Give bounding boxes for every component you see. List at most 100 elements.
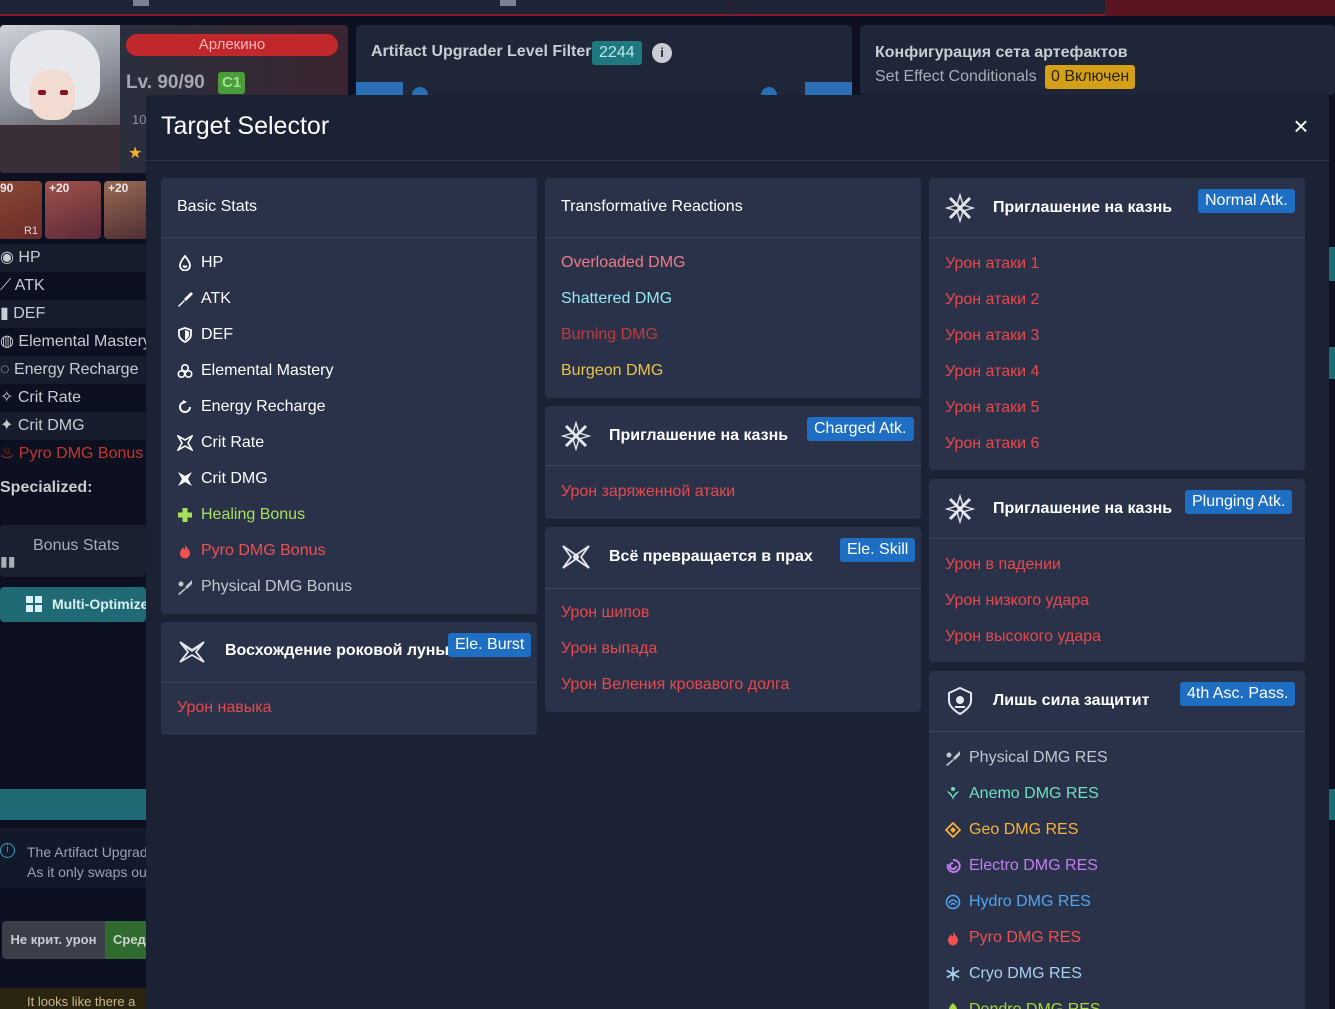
target-electro-res[interactable]: Electro DMG RES <box>945 857 1098 875</box>
target-normal-2[interactable]: Урон атаки 2 <box>945 291 1039 309</box>
transformative-reactions-card: Transformative Reactions Overloaded DMG … <box>545 178 921 398</box>
pyro-icon <box>948 931 958 946</box>
er-icon <box>179 400 191 413</box>
set-config-title: Конфигурация сета артефактов <box>875 44 1128 61</box>
right-edge-tab[interactable] <box>1328 789 1335 820</box>
target-normal-6[interactable]: Урон атаки 6 <box>945 435 1039 453</box>
target-plunge-dmg[interactable]: Урон в падении <box>945 556 1061 574</box>
target-high-plunge-dmg[interactable]: Урон высокого удара <box>945 628 1101 646</box>
character-level: Lv. 90/90 <box>126 72 205 93</box>
set-enabled-badge: 0 Включен <box>1045 65 1136 89</box>
info-icon: i <box>0 843 15 858</box>
stat-row: ◌ Energy Recharge <box>0 356 146 384</box>
info-alert: i The Artifact Upgrader As it only swaps… <box>0 828 146 888</box>
target-blood-debt-dmg[interactable]: Урон Веления кровавого долга <box>561 676 789 694</box>
card-header: Basic Stats <box>161 178 537 238</box>
level-range-slider[interactable] <box>356 82 852 103</box>
target-skill-dmg[interactable]: Урон навыка <box>177 699 272 717</box>
info-icon[interactable]: i <box>652 43 672 63</box>
optimize-bar[interactable] <box>0 789 146 820</box>
target-normal-5[interactable]: Урон атаки 5 <box>945 399 1039 417</box>
right-edge-tab[interactable] <box>1328 347 1335 379</box>
talent-name: Приглашение на казнь <box>993 500 1173 517</box>
target-anemo-res[interactable]: Anemo DMG RES <box>945 785 1099 803</box>
target-elemental-mastery[interactable]: Elemental Mastery <box>177 362 334 380</box>
modal-title: Target Selector <box>161 112 330 140</box>
skill-icon <box>562 545 590 569</box>
target-normal-1[interactable]: Урон атаки 1 <box>945 255 1039 273</box>
talent-type-badge: Charged Atk. <box>807 417 914 441</box>
target-normal-4[interactable]: Урон атаки 4 <box>945 363 1039 381</box>
talent-name: Лишь сила защитит <box>993 692 1150 709</box>
target-thorn-dmg[interactable]: Урон шипов <box>561 604 649 622</box>
bonus-stats-button[interactable]: ▮▮ Bonus Stats <box>0 525 146 577</box>
stat-row: ◉ HP <box>0 244 146 272</box>
specialized-label: Specialized: <box>0 479 93 496</box>
talent-name: Восхождение роковой луны <box>225 642 450 659</box>
target-normal-3[interactable]: Урон атаки 3 <box>945 327 1039 345</box>
nav-active-segment[interactable] <box>1105 0 1335 16</box>
polearm-icon <box>944 192 976 224</box>
cryo-icon <box>946 967 960 981</box>
target-geo-res[interactable]: Geo DMG RES <box>945 821 1078 839</box>
card-header: Приглашение на казнь Charged Atk. <box>545 406 921 466</box>
stat-row: ◍ Elemental Mastery <box>0 333 146 350</box>
healing-icon <box>178 508 192 522</box>
talent-type-badge: 4th Asc. Pass. <box>1180 682 1296 706</box>
target-physical-dmg-bonus[interactable]: Physical DMG Bonus <box>177 578 352 596</box>
target-cryo-res[interactable]: Cryo DMG RES <box>945 965 1082 983</box>
target-hp[interactable]: HP <box>177 254 223 272</box>
talent-type-badge: Ele. Skill <box>840 538 916 562</box>
talent-type-badge: Normal Atk. <box>1198 189 1295 213</box>
target-crit-rate[interactable]: Crit Rate <box>177 434 264 452</box>
nav-icon[interactable] <box>500 0 516 6</box>
target-energy-recharge[interactable]: Energy Recharge <box>177 398 326 416</box>
target-overloaded-dmg[interactable]: Overloaded DMG <box>561 254 686 272</box>
filter-title: Artifact Upgrader Level Filter <box>371 43 592 60</box>
average-button[interactable]: Средний <box>105 921 146 959</box>
card-header: Приглашение на казнь Normal Atk. <box>929 178 1305 238</box>
target-burgeon-dmg[interactable]: Burgeon DMG <box>561 362 663 380</box>
star-icon: ★ <box>128 145 143 162</box>
set-conditionals-label: Set Effect Conditionals <box>875 68 1037 85</box>
artifact-slot[interactable]: +20 <box>45 181 101 239</box>
close-icon[interactable]: × <box>1289 113 1313 139</box>
right-edge-tab[interactable] <box>1328 247 1335 281</box>
polearm-icon <box>560 420 592 452</box>
target-lunge-dmg[interactable]: Урон выпада <box>561 640 657 658</box>
target-healing-bonus[interactable]: Healing Bonus <box>177 506 305 524</box>
target-shattered-dmg[interactable]: Shattered DMG <box>561 290 672 308</box>
burst-icon <box>179 641 205 663</box>
passive-icon <box>948 686 972 716</box>
weapon-slot[interactable]: 0/90 R1 <box>0 181 42 239</box>
target-physical-res[interactable]: Physical DMG RES <box>945 749 1108 767</box>
nav-icon[interactable] <box>133 0 149 6</box>
target-charged-dmg[interactable]: Урон заряженной атаки <box>561 483 735 501</box>
geo-icon <box>945 822 961 838</box>
hydro-icon <box>945 894 961 910</box>
noncrit-button[interactable]: Не крит. урон <box>2 921 105 959</box>
talent-name: Приглашение на казнь <box>609 427 789 444</box>
target-crit-dmg[interactable]: Crit DMG <box>177 470 268 488</box>
top-navbar <box>0 0 1335 16</box>
target-dendro-res[interactable]: Dendro DMG RES <box>945 1001 1101 1009</box>
target-hydro-res[interactable]: Hydro DMG RES <box>945 893 1091 911</box>
warning-alert: It looks like there a <box>0 988 146 1009</box>
stat-row: ▮ DEF <box>0 300 146 328</box>
em-icon <box>177 363 193 379</box>
character-sub-value: 10 <box>132 112 147 127</box>
card-header: Восхождение роковой луны Ele. Burst <box>161 622 537 683</box>
dendro-icon <box>949 1003 957 1009</box>
bar-chart-icon: ▮▮ <box>0 553 16 569</box>
target-def[interactable]: DEF <box>177 326 233 344</box>
target-burning-dmg[interactable]: Burning DMG <box>561 326 658 344</box>
grid-icon <box>26 596 42 612</box>
target-atk[interactable]: ATK <box>177 290 231 308</box>
card-header: Лишь сила защитит 4th Asc. Pass. <box>929 671 1305 732</box>
target-pyro-dmg-bonus[interactable]: Pyro DMG Bonus <box>177 542 325 560</box>
hp-icon <box>179 255 191 271</box>
target-low-plunge-dmg[interactable]: Урон низкого удара <box>945 592 1089 610</box>
burst-talent-card: Восхождение роковой луны Ele. Burst Урон… <box>161 622 537 735</box>
target-pyro-res[interactable]: Pyro DMG RES <box>945 929 1081 947</box>
multi-optimize-button[interactable]: Multi-Optimize <box>0 587 146 622</box>
